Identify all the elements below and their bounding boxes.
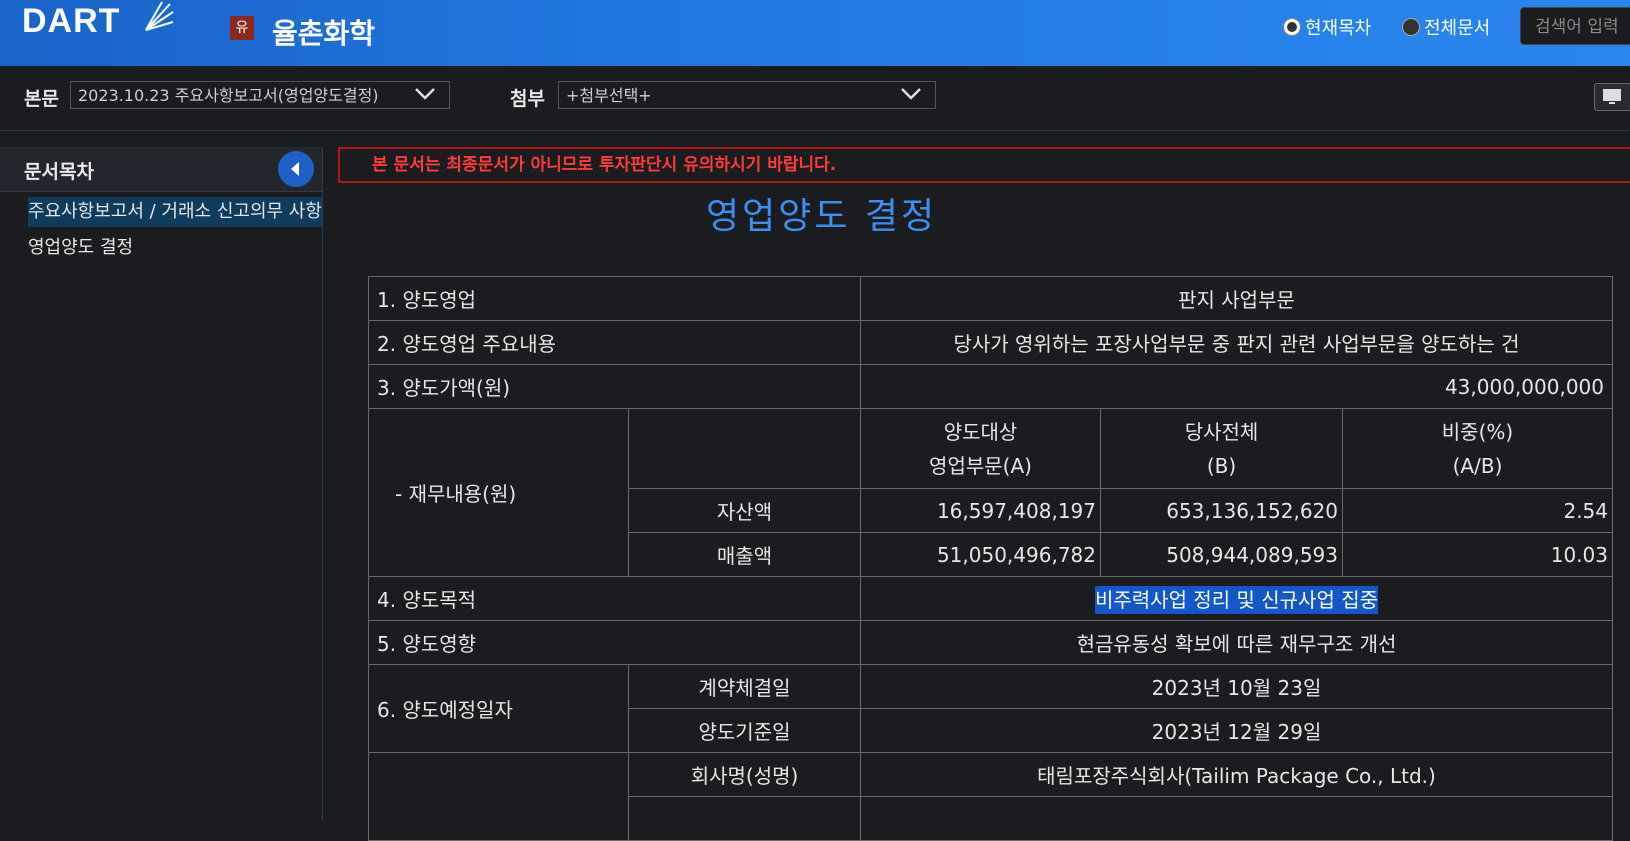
radio-unselected-icon[interactable] — [1402, 18, 1420, 36]
table-row: 2. 양도영업 주요내용 당사가 영위하는 포장사업부문 중 판지 관련 사업부… — [368, 320, 1613, 365]
selected-text[interactable]: 비주력사업 정리 및 신규사업 집중 — [1094, 586, 1379, 614]
column-header: 당사전체 (B) — [1100, 408, 1343, 489]
table-row: 4. 양도목적 비주력사업 정리 및 신규사업 집중 — [368, 576, 1613, 621]
cell-value: 10.03 — [1342, 532, 1613, 577]
header-line: 비중(%) — [1441, 419, 1514, 444]
row-label: 자산액 — [628, 488, 861, 533]
table-row: 회사명(성명) 태림포장주식회사(Tailim Package Co., Ltd… — [368, 752, 1613, 841]
document-title: 영업양도 결정 — [706, 196, 938, 237]
document-viewer: 본 문서는 최종문서가 아니므로 투자판단시 유의하시기 바랍니다. 영업양도 … — [338, 147, 1630, 841]
monitor-icon — [1603, 89, 1621, 104]
row-value: 판지 사업부문 — [860, 276, 1613, 321]
toc-item-transfer-decision[interactable]: 영업양도 결정 — [28, 233, 133, 259]
view-mode-button[interactable] — [1594, 83, 1630, 111]
empty-cell — [860, 796, 1613, 841]
sub-label: 회사명(성명) — [628, 752, 861, 797]
row-value: 당사가 영위하는 포장사업부문 중 판지 관련 사업부문을 양도하는 건 — [860, 320, 1613, 365]
table-row: 6. 양도예정일자 계약체결일 2023년 10월 23일 — [368, 664, 1613, 753]
attach-label: 첨부 — [510, 88, 545, 110]
row-value: 현금유동성 확보에 따른 재무구조 개선 — [860, 620, 1613, 665]
toc-sidebar: 문서목차 주요사항보고서 / 거래소 신고의무 사항 영업양도 결정 — [0, 147, 323, 821]
attach-select[interactable]: +첨부선택+ — [558, 81, 936, 109]
collapse-sidebar-button[interactable] — [278, 151, 314, 187]
draft-warning-banner: 본 문서는 최종문서가 아니므로 투자판단시 유의하시기 바랍니다. — [338, 147, 1630, 183]
main-doc-label: 본문 — [24, 88, 59, 110]
empty-cell — [628, 796, 861, 841]
sub-label: 계약체결일 — [628, 664, 861, 709]
radio-all-docs[interactable]: 전체문서 — [1402, 14, 1490, 40]
row-value: 43,000,000,000 — [860, 364, 1613, 409]
toc-item-report[interactable]: 주요사항보고서 / 거래소 신고의무 사항 — [28, 197, 322, 227]
radio-current-toc[interactable]: 현재목차 — [1283, 14, 1371, 40]
header-line: 당사전체 — [1184, 419, 1259, 444]
header-line: 영업부문(A) — [929, 453, 1032, 478]
row-label — [368, 752, 629, 841]
row-label: 1. 양도영업 — [368, 276, 861, 321]
row-label: 4. 양도목적 — [368, 576, 861, 621]
dart-logo-burst-icon — [145, 1, 174, 31]
row-label: 6. 양도예정일자 — [368, 664, 629, 753]
row-label: 3. 양도가액(원) — [368, 364, 861, 409]
cell-value: 51,050,496,782 — [860, 532, 1101, 577]
row-value: 2023년 12월 29일 — [860, 708, 1613, 753]
radio-current-label: 현재목차 — [1305, 18, 1372, 39]
corp-type-badge: 유 — [230, 16, 254, 40]
radio-all-label: 전체문서 — [1424, 18, 1491, 39]
row-value: 비주력사업 정리 및 신규사업 집중 — [860, 576, 1613, 621]
table-row: 3. 양도가액(원) 43,000,000,000 — [368, 364, 1613, 409]
doc-toolbar: 본문 2023.10.23 주요사항보고서(영업양도결정) 첨부 +첨부선택+ — [0, 66, 1630, 131]
cell-value: 16,597,408,197 — [860, 488, 1101, 533]
top-header: DART 유 율촌화학 현재목차 전체문서 검색어 입력 — [0, 0, 1630, 66]
search-input[interactable]: 검색어 입력 — [1520, 7, 1630, 45]
cell-value: 508,944,089,593 — [1100, 532, 1343, 577]
row-label: 5. 양도영향 — [368, 620, 861, 665]
transfer-info-table: 1. 양도영업 판지 사업부문 2. 양도영업 주요내용 당사가 영위하는 포장… — [368, 276, 1613, 841]
column-header: 양도대상 영업부문(A) — [860, 408, 1101, 489]
company-name: 율촌화학 — [272, 17, 376, 50]
table-row: 1. 양도영업 판지 사업부문 — [368, 276, 1613, 321]
toc-header: 문서목차 — [0, 147, 322, 192]
main-doc-select-value: 2023.10.23 주요사항보고서(영업양도결정) — [78, 86, 379, 105]
row-label: 2. 양도영업 주요내용 — [368, 320, 861, 365]
row-label: - 재무내용(원) — [368, 408, 629, 577]
column-header: 비중(%) (A/B) — [1342, 408, 1613, 489]
header-line: (A/B) — [1452, 453, 1503, 478]
cell-value: 653,136,152,620 — [1100, 488, 1343, 533]
header-line: (B) — [1206, 453, 1237, 478]
row-value: 태림포장주식회사(Tailim Package Co., Ltd.) — [860, 752, 1613, 797]
table-row: - 재무내용(원) 양도대상 영업부문(A) 당사전체 (B) 비중(%) (A… — [368, 408, 1613, 577]
empty-cell — [628, 408, 861, 489]
header-line: 양도대상 — [943, 419, 1018, 444]
row-label: 매출액 — [628, 532, 861, 577]
radio-selected-icon[interactable] — [1283, 18, 1301, 36]
dart-logo[interactable]: DART — [22, 2, 120, 41]
row-value: 2023년 10월 23일 — [860, 664, 1613, 709]
chevron-down-icon[interactable] — [414, 86, 436, 102]
toc-title: 문서목차 — [24, 161, 94, 183]
chevron-down-icon[interactable] — [900, 86, 922, 102]
sub-label: 양도기준일 — [628, 708, 861, 753]
cell-value: 2.54 — [1342, 488, 1613, 533]
attach-select-value: +첨부선택+ — [566, 86, 652, 105]
chevron-left-icon — [291, 162, 299, 176]
table-row: 5. 양도영향 현금유동성 확보에 따른 재무구조 개선 — [368, 620, 1613, 665]
main-doc-select[interactable]: 2023.10.23 주요사항보고서(영업양도결정) — [70, 81, 450, 109]
